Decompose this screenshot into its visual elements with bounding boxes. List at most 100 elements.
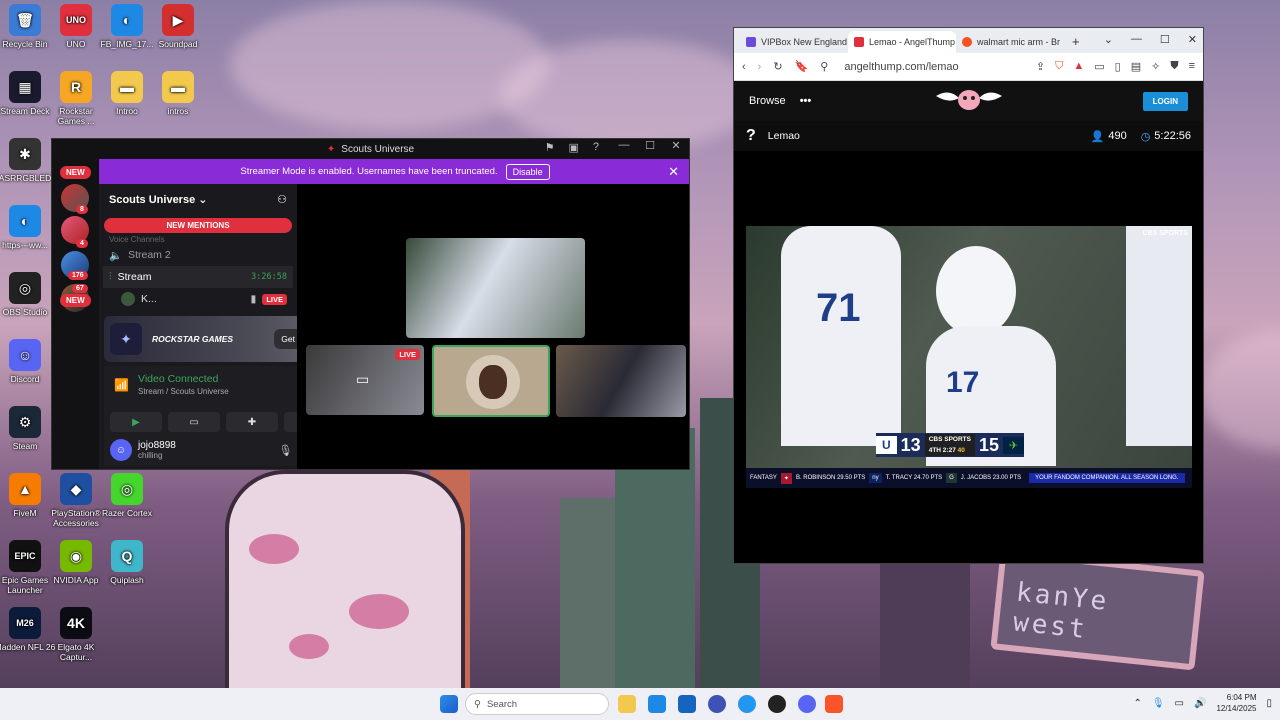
search-box[interactable]: ⚲ Search (465, 693, 609, 715)
volume-icon[interactable]: 🔊 (1194, 698, 1206, 709)
channel-label: Stream 2 (128, 249, 171, 261)
channel-stream-2[interactable]: 🔈 Stream 2 (99, 244, 297, 266)
brave-shields-icon[interactable]: ⛉ (1055, 60, 1063, 73)
system-tray: ⌃ 🎙 ▭ 🔊 6:04 PM 12/14/2025 ▯ (1133, 692, 1272, 714)
flag-icon[interactable]: ⚑ (545, 141, 555, 154)
network-icon[interactable]: ▭ (1175, 698, 1184, 709)
clock[interactable]: 6:04 PM 12/14/2025 (1216, 692, 1256, 714)
close-button[interactable]: ✕ (1188, 33, 1197, 46)
server-header[interactable]: Scouts Universe ⌄ ⚇ (99, 184, 297, 214)
desktop-icon[interactable]: 4K Elgato 4K Captur... (45, 607, 107, 662)
avatar[interactable]: ☺ (110, 439, 132, 461)
stream-tile[interactable] (406, 238, 585, 338)
network-watermark: CBS SPORTS (1142, 230, 1188, 237)
help-icon[interactable]: ? (746, 127, 756, 145)
browse-link[interactable]: Browse (749, 95, 786, 107)
voice-member[interactable]: K... ▮ LIVE (99, 288, 297, 310)
login-button[interactable]: LOGIN (1142, 91, 1188, 111)
media-icon[interactable]: ▭ (1094, 60, 1104, 73)
sidebar-icon[interactable]: ▯ (1115, 60, 1121, 73)
desktop-icon[interactable]: ⚙ Steam (0, 406, 56, 451)
close-button[interactable]: ✕ (663, 139, 689, 152)
minimize-button[interactable]: — (1131, 33, 1142, 46)
reload-icon[interactable]: ↻ (773, 60, 782, 73)
stream-tile[interactable]: LIVE ▭ (306, 345, 424, 415)
voice-channel-path[interactable]: Stream / Scouts Universe (138, 387, 229, 396)
tab-vipbox[interactable]: VIPBox New England (740, 31, 848, 53)
leo-icon[interactable]: ✧ (1151, 60, 1160, 73)
wallet-icon[interactable]: ▤ (1131, 60, 1141, 73)
menu-icon[interactable]: ≡ (1189, 60, 1195, 73)
minimize-button[interactable]: — (611, 139, 637, 152)
outlook-icon[interactable] (678, 695, 696, 713)
camera-button[interactable]: ▶ (110, 412, 162, 432)
tab-search-icon[interactable]: ⌄ (1104, 33, 1113, 46)
disable-button[interactable]: Disable (505, 163, 550, 180)
new-mentions-button[interactable]: NEW MENTIONS (104, 218, 292, 233)
start-icon[interactable] (440, 695, 458, 713)
close-icon[interactable]: ✕ (668, 164, 679, 180)
store-icon[interactable] (648, 695, 666, 713)
angelthump-logo-icon[interactable] (934, 86, 1004, 114)
chevron-up-icon[interactable]: ⌃ (1133, 698, 1141, 709)
desktop-icon[interactable]: ▶ Soundpad (147, 4, 209, 49)
favicon-icon (854, 37, 864, 47)
ticker-ad: YOUR FANDOM COMPANION. ALL SEASON LONG. (1029, 473, 1185, 483)
url-field[interactable]: angelthump.com/lemao (844, 61, 958, 73)
maximize-button[interactable]: ☐ (637, 139, 663, 152)
obs-icon[interactable] (768, 695, 786, 713)
vpn-icon[interactable] (708, 695, 726, 713)
app-icon: ⚙ (9, 406, 41, 438)
maximize-button[interactable]: ☐ (1160, 33, 1170, 46)
desktop-icon[interactable]: ☺ Discord (0, 339, 56, 384)
app-icon: ▶ (162, 4, 194, 36)
more-menu[interactable]: ••• (800, 95, 812, 107)
desktop-icon[interactable]: ◐ https---ww... (0, 205, 56, 250)
channel-sidebar: Scouts Universe ⌄ ⚇ NEW MENTIONS Voice C… (99, 184, 342, 469)
app-icon: ◎ (111, 473, 143, 505)
ticker-item: J. JACOBS 23.00 PTS (960, 475, 1022, 481)
speaker-active-icon: ⫶ (109, 270, 112, 283)
tab-lemao[interactable]: Lemao - AngelThump ✕ (848, 31, 956, 53)
username[interactable]: jojo8898 (138, 440, 176, 451)
category-label[interactable]: Voice Channels (99, 235, 297, 244)
video-player[interactable]: 71 17 CBS SPORTS U 13 CBS SPORTS 4TH 2:2… (746, 226, 1192, 488)
new-tab-icon[interactable]: + (1064, 34, 1088, 53)
desktop-icon[interactable]: ▬ intros (147, 71, 209, 116)
back-icon[interactable]: ‹ (742, 61, 746, 73)
live-badge: LIVE (395, 349, 420, 360)
add-member-icon[interactable]: ⚇ (277, 193, 287, 206)
screen-share-button[interactable]: ▭ (168, 412, 220, 432)
stream-tile[interactable] (556, 345, 686, 417)
bookmark-icon[interactable]: 🔖 (795, 60, 809, 73)
activities-button[interactable]: ✚ (226, 412, 278, 432)
help-icon[interactable]: ? (593, 141, 599, 154)
microphone-icon[interactable]: 🎙 (1152, 698, 1165, 709)
tab-walmart[interactable]: walmart mic arm - Br ✕ (956, 31, 1064, 53)
file-explorer-icon[interactable] (618, 695, 636, 713)
play-clock: 40 (957, 447, 965, 454)
microphone-icon[interactable]: 🎙 (278, 444, 292, 457)
taskbar: ⚲ Search ⌃ 🎙 ▭ 🔊 6:04 PM 12/14/2025 ▯ (0, 688, 1280, 720)
site-info-icon[interactable]: ⚲ (820, 60, 828, 73)
edge-icon[interactable] (738, 695, 756, 713)
desktop-icon[interactable]: ◎ OBS Studio (0, 272, 56, 317)
desktop-icon[interactable]: Q Quiplash (96, 540, 158, 585)
away-score: 15 (978, 434, 999, 455)
camera-tile[interactable] (432, 345, 550, 417)
forward-icon[interactable]: › (758, 61, 762, 73)
desktop-icon[interactable]: ✱ ASRRGBLED (0, 138, 56, 183)
share-icon[interactable]: ⇪ (1036, 60, 1045, 73)
notification-icon[interactable]: ▯ (1266, 698, 1272, 709)
inbox-icon[interactable]: ▣ (568, 141, 578, 154)
rewards-icon[interactable]: ▲ (1073, 60, 1084, 73)
vpn-icon[interactable]: ⛊ (1170, 60, 1178, 73)
channel-stream[interactable]: ⫶ Stream 3:26:58 (103, 266, 293, 288)
discord-icon[interactable] (798, 695, 816, 713)
desktop-icon-label: ASRRGBLED (0, 173, 52, 183)
stream-name: Lemao (767, 130, 800, 142)
brave-icon[interactable] (825, 695, 843, 713)
desktop-icon[interactable]: ◎ Razer Cortex (96, 473, 158, 518)
voice-status[interactable]: Video Connected (138, 373, 218, 385)
desktop-icon-label: Elgato 4K Captur... (57, 642, 95, 662)
